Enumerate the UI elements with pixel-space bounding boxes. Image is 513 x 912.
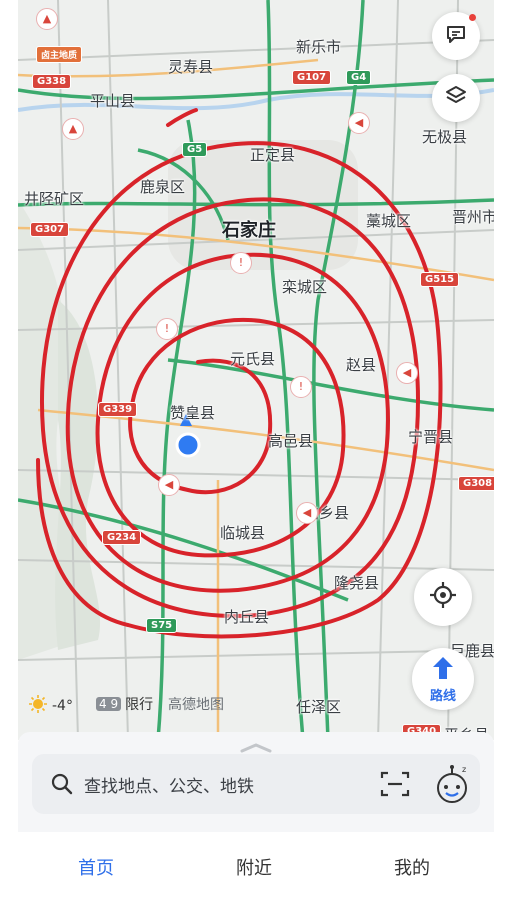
route-label: 路线: [429, 688, 456, 704]
sheet-handle[interactable]: [240, 738, 272, 753]
place-label[interactable]: 高邑县: [268, 430, 313, 451]
bottom-sheet: 查找地点、公交、地铁 z 首页 附近 我的: [18, 732, 494, 912]
route-button[interactable]: 路线: [412, 648, 474, 710]
place-label[interactable]: 藁城区: [366, 210, 411, 231]
search-bar[interactable]: 查找地点、公交、地铁 z: [32, 754, 480, 814]
map-view[interactable]: 新乐市 灵寿县 平山县 正定县 无极县 鹿泉区 井陉矿区 石家庄 藁城区 晋州市…: [18, 0, 494, 740]
road-shield: G5: [182, 142, 208, 157]
place-label[interactable]: 正定县: [250, 144, 295, 165]
road-shield: G515: [420, 272, 460, 287]
scenic-icon[interactable]: ▲: [36, 8, 58, 30]
place-label[interactable]: 隆尧县: [334, 572, 379, 593]
crosshair-icon: [428, 580, 458, 614]
map-tag: 卤主地质: [36, 46, 83, 63]
traffic-limit[interactable]: 4 9 限行: [96, 694, 153, 714]
voice-assistant-icon[interactable]: z: [434, 762, 470, 808]
warning-icon[interactable]: !: [230, 252, 252, 274]
road-shield: G339: [98, 402, 138, 417]
place-label[interactable]: 新乐市: [296, 36, 341, 57]
tab-nearby[interactable]: 附近: [236, 854, 272, 880]
scenic-icon[interactable]: ▲: [62, 118, 84, 140]
route-arrow-icon: [431, 655, 455, 685]
brand-label: 高德地图: [168, 697, 224, 713]
layers-button[interactable]: [432, 74, 480, 122]
place-label[interactable]: 赵县: [346, 354, 376, 375]
weather-widget[interactable]: -4°: [28, 694, 73, 718]
sun-icon: [28, 694, 48, 718]
notification-dot: [469, 14, 476, 21]
bottom-tabs: 首页 附近 我的: [18, 832, 494, 912]
place-label[interactable]: 鹿泉区: [140, 176, 185, 197]
place-label[interactable]: 任泽区: [296, 696, 341, 717]
place-label[interactable]: 内丘县: [224, 606, 269, 627]
limit-label: 限行: [125, 697, 154, 713]
search-icon: [50, 772, 74, 800]
place-label[interactable]: 赞皇县: [170, 402, 215, 423]
place-label[interactable]: 晋州市: [452, 206, 494, 227]
place-label[interactable]: 临城县: [220, 522, 265, 543]
place-label[interactable]: 井陉矿区: [24, 188, 84, 209]
svg-text:z: z: [462, 765, 466, 774]
speaker-icon[interactable]: ◀: [396, 362, 418, 384]
limit-plate: 4 9: [96, 697, 122, 711]
place-label[interactable]: 灵寿县: [168, 56, 213, 77]
warning-icon[interactable]: !: [290, 376, 312, 398]
layers-icon: [443, 83, 469, 113]
left-margin: [0, 0, 18, 912]
road-shield: S75: [146, 618, 178, 633]
place-label[interactable]: 栾城区: [282, 276, 327, 297]
road-shield: G234: [102, 530, 142, 545]
road-shield: G4: [346, 70, 372, 85]
road-shield: G107: [292, 70, 332, 85]
place-label[interactable]: 无极县: [422, 126, 467, 147]
search-input[interactable]: 查找地点、公交、地铁: [84, 772, 254, 797]
warning-icon[interactable]: !: [156, 318, 178, 340]
chat-icon: [444, 22, 468, 50]
tab-mine[interactable]: 我的: [394, 854, 430, 880]
scan-icon[interactable]: [380, 770, 410, 802]
speaker-icon[interactable]: ◀: [348, 112, 370, 134]
tab-home[interactable]: 首页: [78, 854, 114, 880]
speaker-icon[interactable]: ◀: [296, 502, 318, 524]
place-label[interactable]: 元氏县: [230, 348, 275, 369]
right-margin: [495, 0, 513, 912]
road-shield: G307: [30, 222, 70, 237]
temperature: -4°: [52, 698, 73, 714]
city-label-shijiazhuang[interactable]: 石家庄: [222, 216, 276, 242]
map-base: [18, 0, 494, 740]
locate-button[interactable]: [414, 568, 472, 626]
road-shield: G338: [32, 74, 72, 89]
speaker-icon[interactable]: ◀: [158, 474, 180, 496]
place-label[interactable]: 宁晋县: [408, 426, 453, 447]
message-button[interactable]: [432, 12, 480, 60]
current-location-marker: [175, 432, 201, 458]
road-shield: G308: [458, 476, 494, 491]
place-label[interactable]: 平山县: [90, 90, 135, 111]
